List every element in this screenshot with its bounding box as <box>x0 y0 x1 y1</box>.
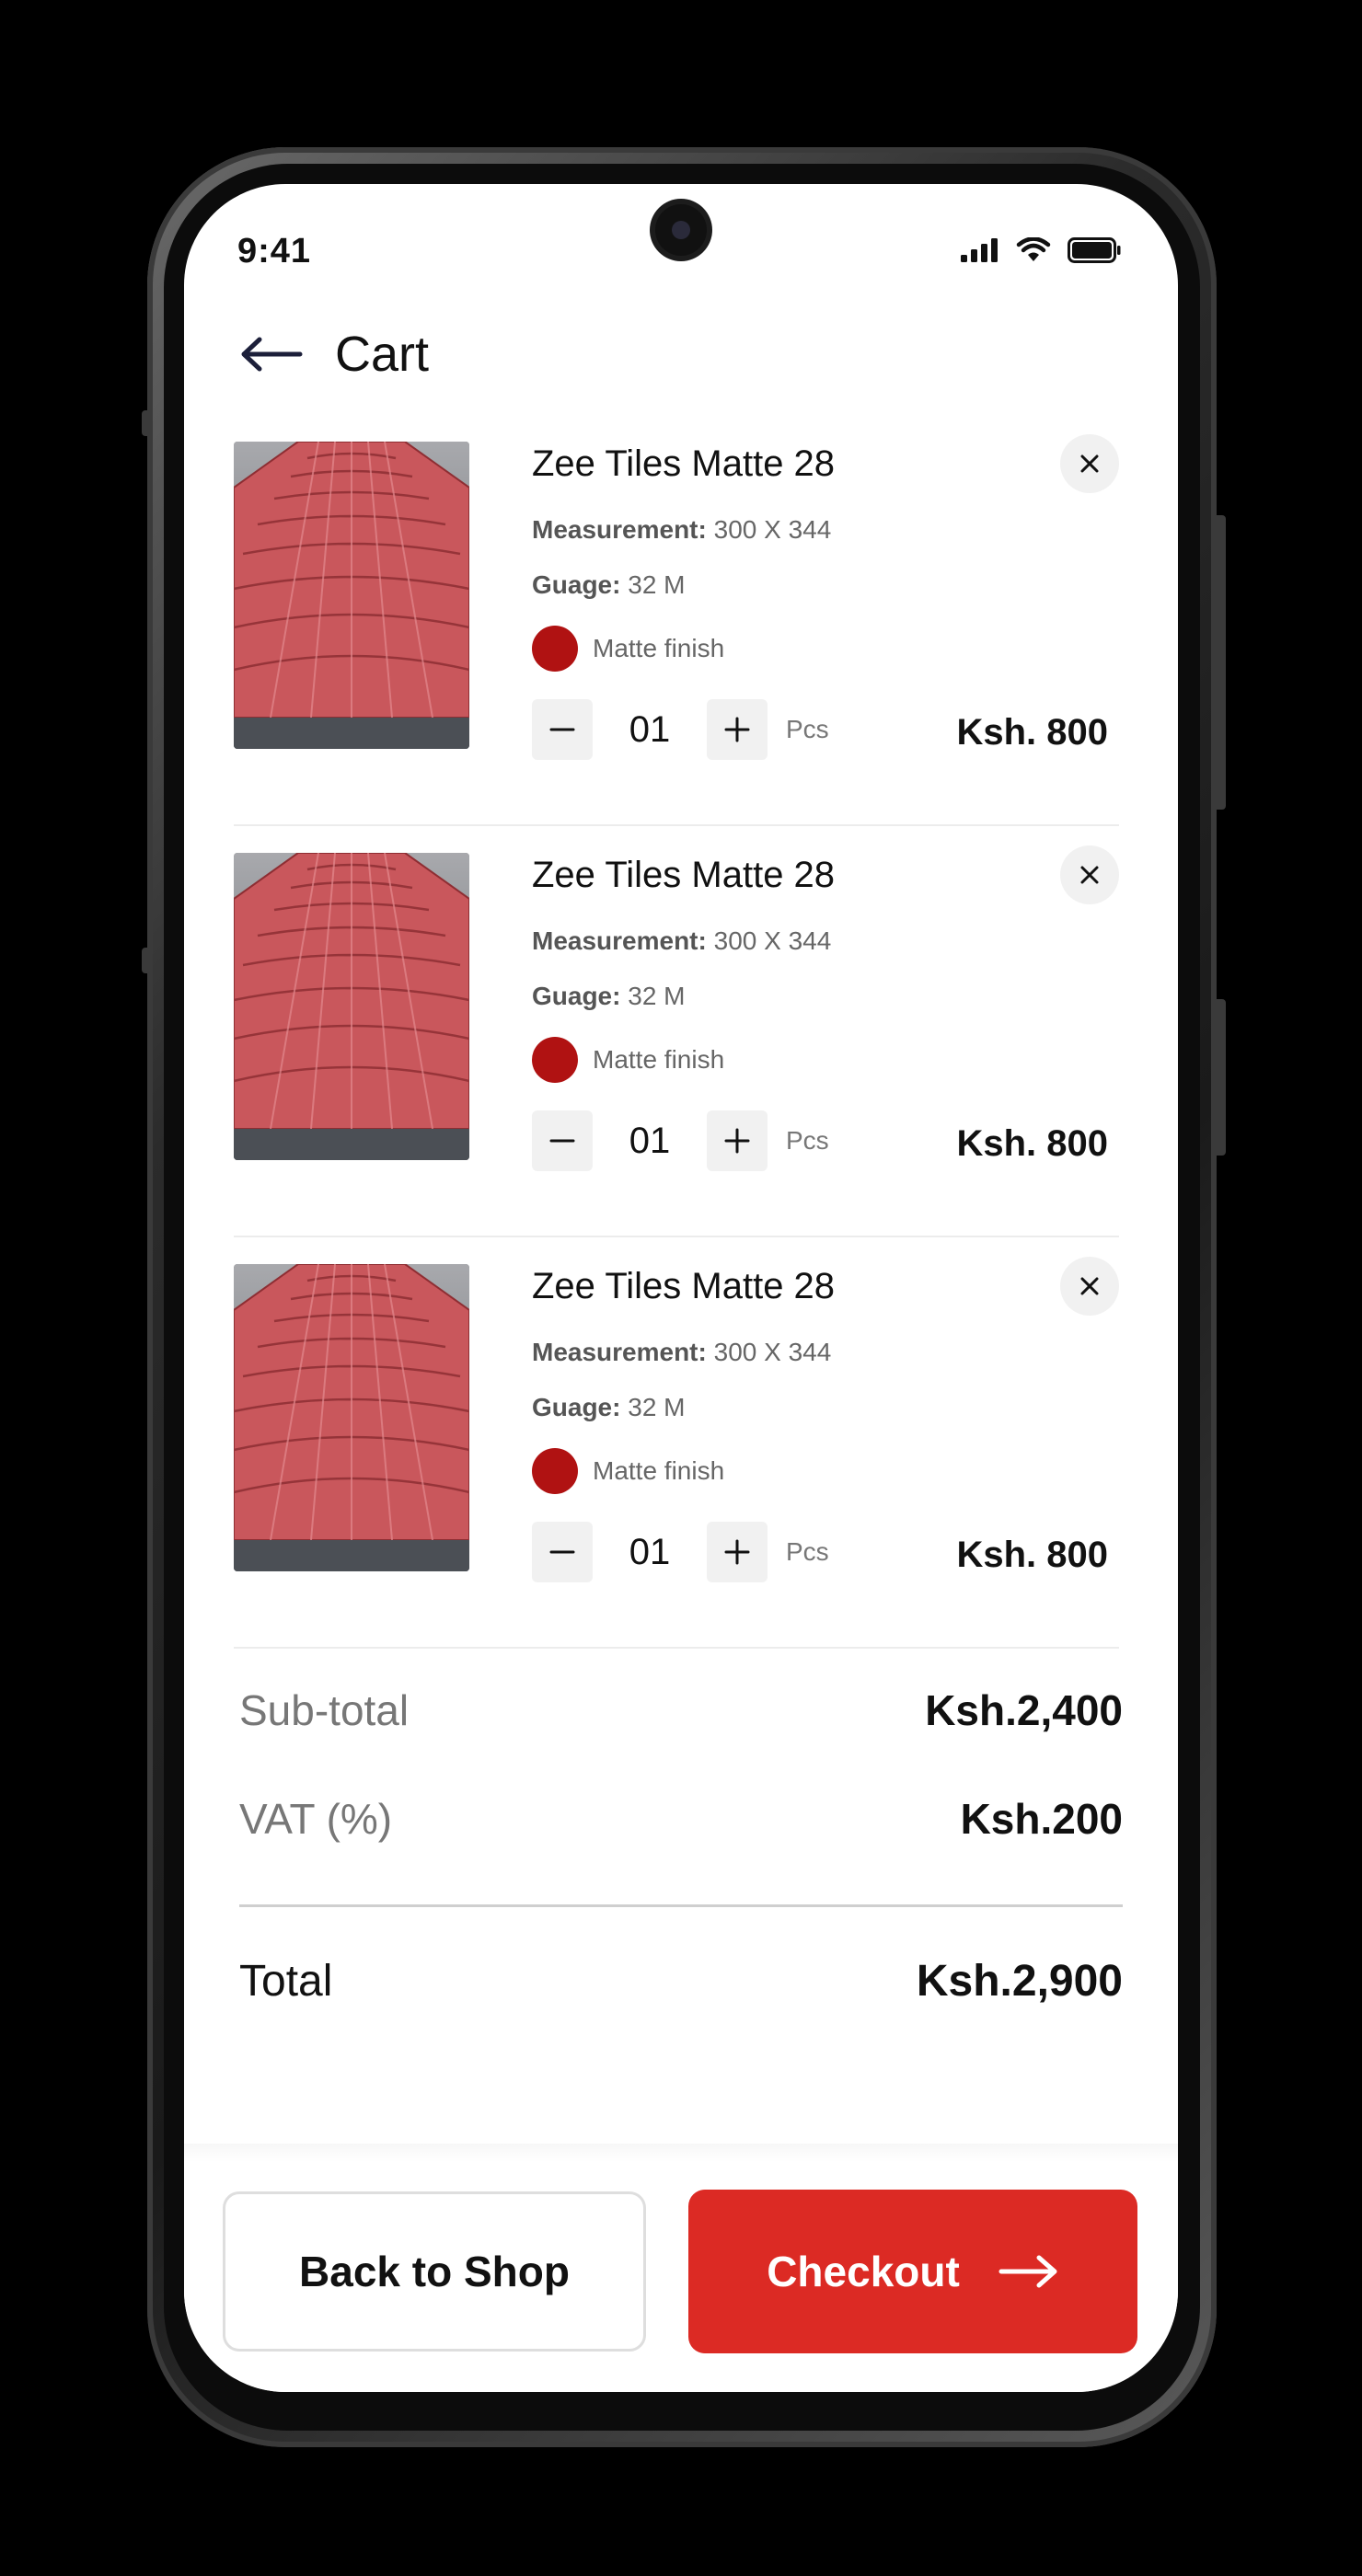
checkout-button[interactable]: Checkout <box>688 2190 1137 2353</box>
quantity-stepper: 01 Pcs <box>532 1110 829 1171</box>
finish-row: Matte finish <box>532 1037 724 1083</box>
front-camera <box>655 204 707 256</box>
vat-label: VAT (%) <box>239 1795 393 1843</box>
quantity-value: 01 <box>629 708 671 750</box>
quantity-stepper: 01 Pcs <box>532 1522 829 1582</box>
total-row: Total Ksh.2,900 <box>239 1956 1123 2007</box>
header: Cart <box>239 322 429 386</box>
total-label: Total <box>239 1957 333 2006</box>
total-value: Ksh.2,900 <box>916 1957 1123 2006</box>
guage-spec: Guage: 32 M <box>532 982 686 1011</box>
measurement-value: 300 X 344 <box>713 515 832 544</box>
quantity-value: 01 <box>629 1120 671 1161</box>
minus-icon <box>549 728 575 731</box>
minus-icon <box>549 1550 575 1554</box>
plus-icon <box>724 717 750 742</box>
power-button <box>1213 515 1226 810</box>
guage-label: Guage: <box>532 982 621 1010</box>
summary-divider <box>239 1904 1123 1907</box>
remove-item-button[interactable] <box>1060 845 1119 904</box>
back-arrow-icon[interactable] <box>239 336 304 373</box>
wifi-icon <box>1016 237 1051 261</box>
volume-button <box>142 948 151 973</box>
plus-icon <box>724 1539 750 1565</box>
arrow-right-icon <box>998 2255 1057 2288</box>
quantity-value: 01 <box>629 1531 671 1572</box>
volume-button <box>142 410 151 436</box>
product-thumbnail[interactable] <box>234 1264 469 1571</box>
vat-row: VAT (%) Ksh.200 <box>239 1794 1123 1844</box>
subtotal-value: Ksh.2,400 <box>925 1686 1123 1734</box>
product-thumbnail[interactable] <box>234 442 469 749</box>
signal-icon <box>961 238 998 262</box>
status-icons <box>961 237 1121 263</box>
increase-quantity-button[interactable] <box>707 699 768 760</box>
increase-quantity-button[interactable] <box>707 1110 768 1171</box>
guage-value: 32 M <box>628 1393 686 1421</box>
decrease-quantity-button[interactable] <box>532 1522 593 1582</box>
unit-label: Pcs <box>786 1126 829 1155</box>
back-to-shop-button[interactable]: Back to Shop <box>223 2191 646 2352</box>
measurement-spec: Measurement: 300 X 344 <box>532 1338 831 1367</box>
item-price: Ksh. 800 <box>956 1535 1108 1575</box>
finish-color-swatch <box>532 626 578 672</box>
guage-label: Guage: <box>532 1393 621 1421</box>
measurement-value: 300 X 344 <box>713 926 832 955</box>
guage-spec: Guage: 32 M <box>532 570 686 600</box>
guage-value: 32 M <box>628 982 686 1010</box>
product-name: Zee Tiles Matte 28 <box>532 855 836 895</box>
unit-label: Pcs <box>786 715 829 743</box>
product-thumbnail[interactable] <box>234 853 469 1160</box>
remove-item-button[interactable] <box>1060 1257 1119 1316</box>
finish-label: Matte finish <box>593 634 725 662</box>
subtotal-row: Sub-total Ksh.2,400 <box>239 1685 1123 1735</box>
cart-item: Zee Tiles Matte 28 Measurement: 300 X 34… <box>234 412 1119 826</box>
plus-icon <box>724 1128 750 1154</box>
page-title: Cart <box>335 327 430 382</box>
finish-row: Matte finish <box>532 1448 724 1494</box>
close-icon <box>1080 866 1099 884</box>
measurement-label: Measurement: <box>532 926 707 955</box>
product-name: Zee Tiles Matte 28 <box>532 1266 836 1306</box>
finish-row: Matte finish <box>532 626 724 672</box>
finish-label: Matte finish <box>593 1045 725 1074</box>
measurement-label: Measurement: <box>532 1338 707 1366</box>
item-price: Ksh. 800 <box>956 1123 1108 1164</box>
close-icon <box>1080 454 1099 473</box>
vat-value: Ksh.200 <box>960 1795 1123 1843</box>
battery-icon <box>1068 237 1121 263</box>
remove-item-button[interactable] <box>1060 434 1119 493</box>
minus-icon <box>549 1139 575 1143</box>
measurement-spec: Measurement: 300 X 344 <box>532 926 831 956</box>
guage-spec: Guage: 32 M <box>532 1393 686 1422</box>
cart-item: Zee Tiles Matte 28 Measurement: 300 X 34… <box>234 823 1119 1237</box>
quantity-stepper: 01 Pcs <box>532 699 829 760</box>
measurement-spec: Measurement: 300 X 344 <box>532 515 831 545</box>
guage-label: Guage: <box>532 570 621 599</box>
finish-label: Matte finish <box>593 1456 725 1485</box>
measurement-label: Measurement: <box>532 515 707 544</box>
subtotal-label: Sub-total <box>239 1686 410 1734</box>
app-screen: 9:41 Cart Zee Tiles Matte 28 Measurement… <box>184 184 1178 2392</box>
measurement-value: 300 X 344 <box>713 1338 832 1366</box>
finish-color-swatch <box>532 1448 578 1494</box>
increase-quantity-button[interactable] <box>707 1522 768 1582</box>
side-button <box>1213 999 1226 1156</box>
item-price: Ksh. 800 <box>956 712 1108 753</box>
close-icon <box>1080 1277 1099 1295</box>
product-name: Zee Tiles Matte 28 <box>532 443 836 484</box>
unit-label: Pcs <box>786 1537 829 1566</box>
finish-color-swatch <box>532 1037 578 1083</box>
checkout-label: Checkout <box>767 2248 960 2295</box>
cart-item: Zee Tiles Matte 28 Measurement: 300 X 34… <box>234 1235 1119 1649</box>
decrease-quantity-button[interactable] <box>532 1110 593 1171</box>
guage-value: 32 M <box>628 570 686 599</box>
status-time: 9:41 <box>237 232 312 270</box>
decrease-quantity-button[interactable] <box>532 699 593 760</box>
